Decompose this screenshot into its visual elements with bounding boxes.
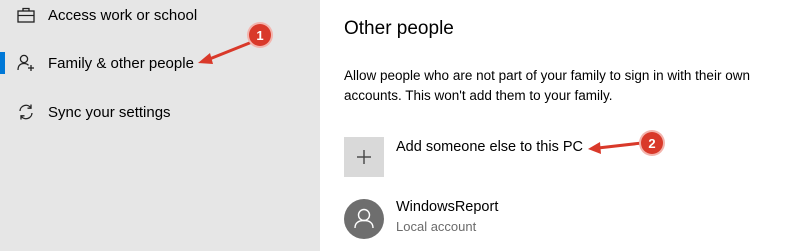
sidebar-item-sync-your-settings[interactable]: Sync your settings [0, 92, 320, 132]
sidebar-item-family-and-other-people[interactable]: Family & other people [0, 43, 320, 83]
main-content: Other people Allow people who are not pa… [320, 0, 796, 251]
plus-icon [357, 150, 371, 164]
add-someone-else-button[interactable]: Add someone else to this PC [344, 137, 644, 177]
avatar [344, 199, 384, 239]
sidebar-item-label: Sync your settings [48, 103, 171, 121]
account-type: Local account [396, 219, 477, 234]
section-description: Allow people who are not part of your fa… [344, 68, 750, 103]
add-someone-else-label: Add someone else to this PC [396, 139, 583, 155]
briefcase-icon [16, 5, 36, 25]
account-item[interactable]: WindowsReport Local account [344, 197, 644, 241]
add-person-icon [16, 53, 36, 73]
callout-badge-2: 2 [641, 132, 663, 154]
callout-badge-1: 1 [249, 24, 271, 46]
page-title: Other people [344, 18, 454, 39]
sync-icon [16, 102, 36, 122]
user-icon [354, 208, 374, 229]
account-name: WindowsReport [396, 199, 499, 215]
sidebar-item-label: Family & other people [48, 54, 194, 72]
sidebar-item-label: Access work or school [48, 6, 198, 24]
add-tile[interactable] [344, 137, 384, 177]
settings-sidebar: Access work or school Family & other peo… [0, 0, 320, 251]
sidebar-item-access-work-or-school[interactable]: Access work or school [0, 0, 320, 35]
